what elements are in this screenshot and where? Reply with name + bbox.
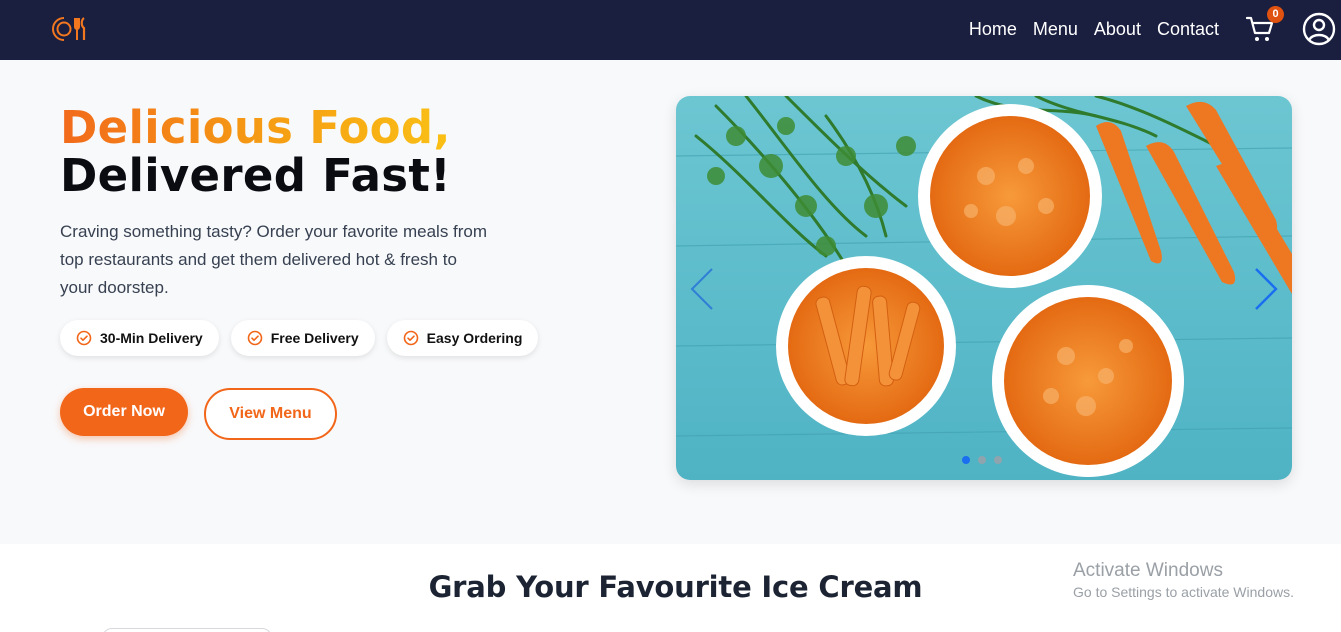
badge-label: Easy Ordering: [426, 330, 523, 346]
plate-fork-knife-icon[interactable]: [48, 14, 88, 44]
user-icon[interactable]: [1301, 11, 1337, 47]
hero-section: Delicious Food, Delivered Fast! Craving …: [0, 60, 1341, 544]
cart-button[interactable]: 0: [1245, 6, 1284, 46]
badge-label: 30-Min Delivery: [100, 330, 203, 346]
nav-contact[interactable]: Contact: [1157, 19, 1219, 40]
carousel-dot-2[interactable]: [978, 456, 986, 464]
carousel-next-icon[interactable]: [1246, 264, 1286, 314]
check-circle-icon: [76, 330, 92, 346]
carousel-food-image: [676, 96, 1292, 480]
windows-activation-watermark: Activate Windows Go to Settings to activ…: [1073, 560, 1294, 600]
hero-carousel: [676, 96, 1292, 480]
badge-30-min-delivery: 30-Min Delivery: [60, 320, 219, 356]
badge-label: Free Delivery: [270, 330, 359, 346]
hero-title-line1: Delicious Food,: [60, 101, 451, 154]
badge-easy-ordering: Easy Ordering: [386, 320, 539, 356]
watermark-line1: Activate Windows: [1073, 560, 1223, 581]
nav-about[interactable]: About: [1094, 19, 1141, 40]
hero-description: Craving something tasty? Order your favo…: [60, 222, 488, 297]
cart-count-badge: 0: [1267, 6, 1284, 23]
watermark-line2: Go to Settings to activate Windows.: [1073, 584, 1294, 600]
check-circle-icon: [247, 330, 263, 346]
feature-badges: 30-Min Delivery Free Delivery Easy Order…: [60, 320, 539, 356]
view-menu-button[interactable]: View Menu: [204, 388, 337, 440]
hero-title: Delicious Food, Delivered Fast!: [60, 104, 451, 200]
hero-title-line2: Delivered Fast!: [60, 149, 451, 202]
nav-menu[interactable]: Menu: [1033, 19, 1078, 40]
category-card-peek[interactable]: [102, 628, 272, 632]
carousel-dot-1[interactable]: [962, 456, 970, 464]
nav-links: Home Menu About Contact: [969, 0, 1219, 58]
carousel-prev-icon[interactable]: [682, 264, 722, 314]
check-circle-icon: [403, 330, 418, 346]
carousel-indicators: [962, 456, 1002, 464]
navbar: Home Menu About Contact 0: [0, 0, 1341, 60]
nav-home[interactable]: Home: [969, 19, 1017, 40]
order-now-button[interactable]: Order Now: [60, 388, 188, 436]
badge-free-delivery: Free Delivery: [230, 320, 375, 356]
carousel-dot-3[interactable]: [994, 456, 1002, 464]
